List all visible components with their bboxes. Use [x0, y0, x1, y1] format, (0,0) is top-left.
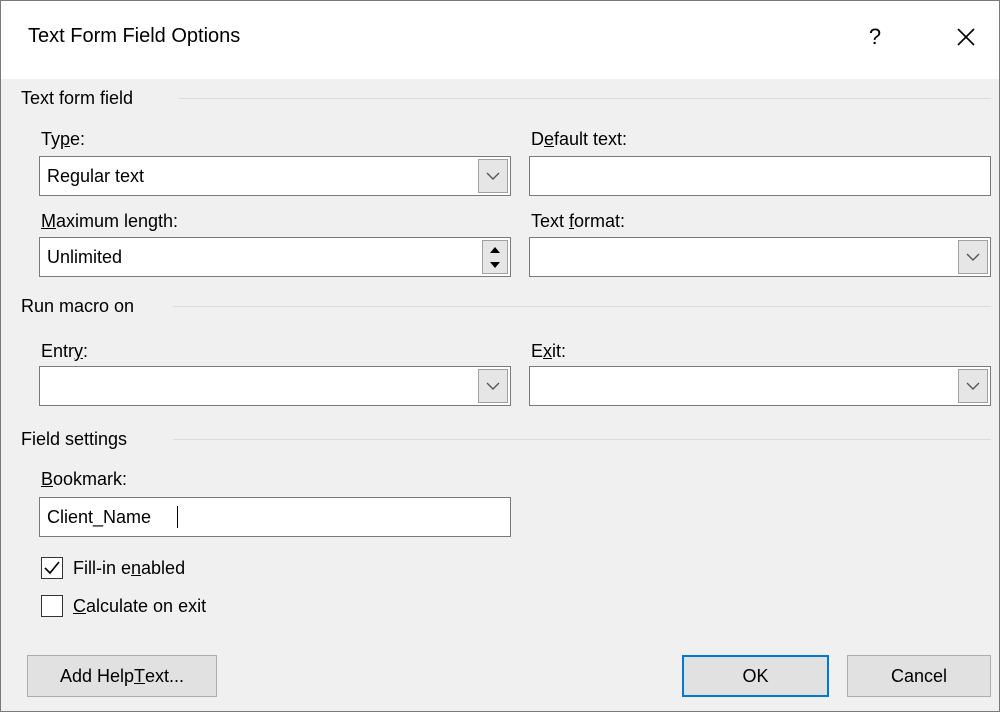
bookmark-input[interactable]: Client_Name — [39, 497, 511, 537]
text-format-dropdown-button[interactable] — [958, 240, 988, 274]
calculate-on-exit-checkbox[interactable] — [41, 595, 63, 617]
section-title-field-settings: Field settings — [21, 429, 128, 449]
section-divider — [173, 439, 991, 440]
text-format-label: Text format: — [531, 211, 626, 231]
maximum-length-stepper[interactable]: Unlimited — [39, 237, 511, 277]
cancel-button[interactable]: Cancel — [847, 655, 991, 697]
entry-dropdown-button[interactable] — [478, 369, 508, 403]
chevron-down-icon — [966, 382, 980, 390]
exit-dropdown-button[interactable] — [958, 369, 988, 403]
type-dropdown-value: Regular text — [47, 166, 145, 186]
dialog-title: Text Form Field Options — [28, 25, 241, 47]
exit-macro-dropdown[interactable] — [529, 366, 991, 406]
maximum-length-label: Maximum length: — [41, 211, 179, 231]
entry-label: Entry: — [41, 341, 89, 361]
spin-down-button[interactable] — [483, 257, 507, 273]
checkmark-icon — [44, 561, 60, 575]
default-text-input[interactable] — [529, 156, 991, 196]
chevron-down-icon — [966, 253, 980, 261]
close-icon — [957, 28, 975, 46]
maximum-length-spin-buttons — [482, 240, 508, 274]
section-divider — [179, 98, 991, 99]
arrow-up-icon — [490, 246, 500, 253]
section-title-text-form-field: Text form field — [21, 88, 134, 108]
help-button[interactable]: ? — [858, 15, 892, 59]
calculate-on-exit-label[interactable]: Calculate on exit — [73, 596, 206, 617]
text-format-dropdown[interactable] — [529, 237, 991, 277]
chevron-down-icon — [486, 172, 500, 180]
section-title-run-macro-on: Run macro on — [21, 296, 135, 316]
maximum-length-value: Unlimited — [47, 247, 123, 267]
bookmark-value: Client_Name — [47, 507, 152, 527]
fill-in-enabled-checkbox[interactable] — [41, 557, 63, 579]
default-text-label: Default text: — [531, 129, 628, 149]
section-divider — [173, 306, 991, 307]
add-help-text-button[interactable]: Add Help Text... — [27, 655, 217, 697]
exit-label: Exit: — [531, 341, 567, 361]
type-dropdown-button[interactable] — [478, 159, 508, 193]
spin-up-button[interactable] — [483, 241, 507, 257]
fill-in-enabled-label[interactable]: Fill-in enabled — [73, 558, 185, 579]
help-icon: ? — [868, 24, 882, 49]
chevron-down-icon — [486, 382, 500, 390]
text-cursor — [177, 506, 178, 528]
type-label: Type: — [41, 129, 86, 149]
ok-button[interactable]: OK — [682, 655, 829, 697]
type-dropdown[interactable]: Regular text — [39, 156, 511, 196]
close-button[interactable] — [944, 15, 988, 59]
title-bar: Text Form Field Options ? — [1, 1, 999, 79]
entry-macro-dropdown[interactable] — [39, 366, 511, 406]
text-form-field-options-dialog: Text Form Field Options ? Text form fiel… — [0, 0, 1000, 712]
bookmark-label: Bookmark: — [41, 469, 128, 489]
arrow-down-icon — [490, 261, 500, 268]
